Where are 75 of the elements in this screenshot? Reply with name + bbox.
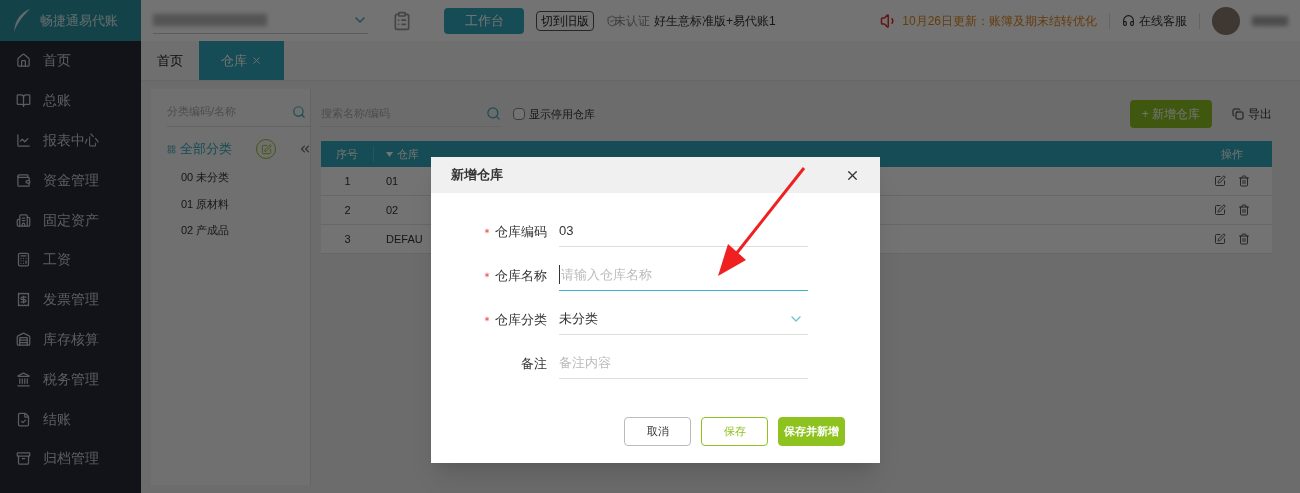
dialog-button[interactable]: 取消 (624, 417, 691, 446)
edit-icon[interactable] (1214, 204, 1226, 216)
headset-icon[interactable] (1122, 14, 1135, 27)
feather-icon (12, 7, 32, 34)
table-cell-text: 2 (343, 202, 352, 218)
dialog-button[interactable]: 保存 (701, 417, 768, 446)
product-name: 好生意标准版+易代账1 (654, 12, 776, 30)
avatar[interactable] (1212, 6, 1240, 35)
delete-icon[interactable] (1238, 233, 1250, 245)
input-field[interactable]: 备注内容 (559, 347, 808, 379)
table-cell: 02 (386, 203, 399, 216)
sidebar-item[interactable]: 结账 (0, 399, 141, 439)
old-version-button[interactable]: 切到旧版 (536, 10, 594, 31)
dialog-title: 新增仓库 (451, 166, 503, 185)
input-field[interactable]: 03 (559, 215, 808, 247)
sidebar-item[interactable]: 库存核算 (0, 319, 141, 360)
sidebar-item[interactable]: 工资 (0, 240, 141, 280)
wallet-icon (16, 172, 31, 188)
brand-logo: 畅捷通易代账 (0, 0, 141, 41)
delete-icon[interactable] (1238, 175, 1250, 187)
calculator-icon (16, 252, 31, 268)
tree-node[interactable]: 02 产成品 (181, 222, 310, 239)
copy-icon[interactable] (1232, 108, 1244, 120)
table-cell: 01 (386, 174, 399, 187)
export-button[interactable]: 导出 (1248, 105, 1272, 123)
support-link[interactable]: 在线客服 (1139, 11, 1187, 30)
sidebar-item[interactable]: 总账 (0, 80, 141, 121)
column-header[interactable]: 仓库 (397, 145, 419, 163)
sidebar-item[interactable]: 资金管理 (0, 160, 141, 201)
collapse-icon[interactable] (298, 142, 312, 156)
sidebar-item[interactable]: 报表中心 (0, 120, 141, 161)
blurred-user-name (1252, 15, 1288, 26)
field-label: 仓库编码 (495, 222, 547, 241)
archive-icon (16, 451, 31, 467)
sidebar-item[interactable]: 归档管理 (0, 438, 141, 479)
line-chart-icon (16, 133, 31, 148)
tab[interactable]: 仓库 (199, 41, 284, 80)
home-icon (16, 53, 31, 69)
field-label: 仓库分类 (495, 310, 547, 329)
add-warehouse-button[interactable]: + 新增仓库 (1129, 100, 1212, 128)
tree-node[interactable]: 00 未分类 (181, 169, 310, 186)
sidebar-item[interactable]: 首页 (0, 41, 141, 81)
tree-node[interactable]: 01 原材料 (181, 195, 310, 212)
dialog-button[interactable]: 保存并新增 (778, 417, 845, 446)
warehouse-icon (16, 331, 31, 347)
search-icon (486, 106, 501, 121)
receipt-icon (16, 292, 31, 308)
delete-icon[interactable] (1238, 204, 1250, 216)
book-icon (16, 93, 31, 109)
checkbox[interactable] (513, 108, 525, 120)
field-label: 仓库名称 (495, 266, 547, 285)
sidebar-item[interactable]: 发票管理 (0, 279, 141, 320)
column-header: 序号 (321, 145, 374, 163)
field-label: 备注 (521, 354, 547, 373)
edit-icon[interactable] (1214, 233, 1226, 245)
table-cell-text: 1 (343, 173, 352, 189)
building-icon (16, 212, 31, 228)
update-notice[interactable]: 10月26日更新：账簿及期末结转优化 (902, 11, 1097, 30)
sidebar-item[interactable]: 税务管理 (0, 359, 141, 400)
tab[interactable]: 首页 (141, 41, 199, 80)
table-cell: DEFAU (386, 232, 423, 245)
edit-icon[interactable] (1214, 175, 1226, 187)
tree-node[interactable]: 全部分类 (180, 139, 232, 159)
sidebar-item[interactable]: 固定资产 (0, 200, 141, 240)
search-icon (292, 104, 306, 119)
column-header: 操作 (1220, 146, 1244, 162)
table-cell-text: 3 (343, 231, 352, 247)
category-select[interactable]: 未分类 (559, 303, 808, 335)
checkbox-label: 显示停用仓库 (529, 106, 595, 122)
grid-icon (167, 144, 176, 154)
workbench-button[interactable]: 工作台 (444, 7, 524, 34)
clipboard-icon[interactable] (392, 10, 412, 31)
landmark-icon (16, 371, 31, 387)
sort-caret-icon[interactable] (386, 151, 393, 157)
file-check-icon (16, 411, 31, 427)
